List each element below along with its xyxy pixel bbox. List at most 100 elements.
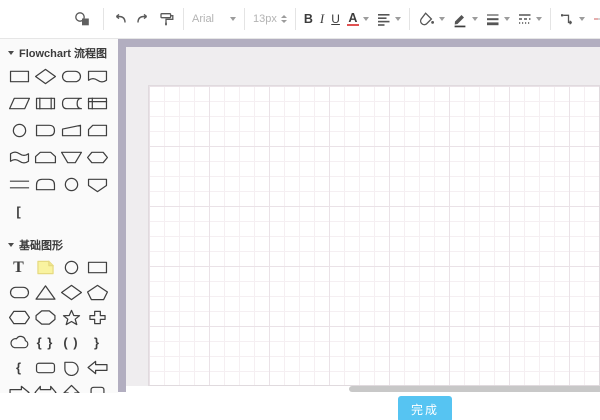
shape-rounded-rectangle-wide[interactable] (32, 355, 58, 380)
shape-display[interactable] (32, 171, 58, 198)
shape-teardrop[interactable] (58, 355, 84, 380)
shape-arrow-right[interactable] (6, 380, 32, 393)
pencil-icon (452, 11, 468, 28)
shape-paren-pair[interactable]: ( ) (58, 330, 84, 355)
divider (244, 8, 245, 30)
shape-loop-limit[interactable] (32, 144, 58, 171)
shape-off-page-connector[interactable] (84, 171, 110, 198)
chevron-down-icon (472, 17, 478, 21)
shape-predefined-process[interactable] (32, 90, 58, 117)
font-color-swatch (347, 24, 359, 26)
shape-merge[interactable] (58, 144, 84, 171)
chevron-down-icon (363, 17, 369, 21)
shape-diamond[interactable] (58, 280, 84, 305)
shape-pentagon[interactable] (84, 280, 110, 305)
font-color-label: A (348, 13, 357, 23)
footer-bar: 完成 (0, 393, 600, 420)
divider (103, 8, 104, 30)
shapes-icon (73, 11, 95, 27)
shape-paper-tape[interactable] (6, 144, 32, 171)
section-header-basic[interactable]: 基础图形 (8, 239, 118, 251)
shape-circle[interactable] (6, 117, 32, 144)
shape-delay[interactable] (32, 117, 58, 144)
undo-button[interactable] (109, 6, 131, 32)
divider (183, 8, 184, 30)
vertical-scrollbar[interactable] (118, 39, 126, 392)
line-style-button[interactable] (514, 6, 545, 32)
shape-diamond[interactable] (32, 63, 58, 90)
canvas[interactable] (126, 47, 600, 386)
shape-card[interactable] (84, 117, 110, 144)
text-align-button[interactable] (373, 6, 404, 32)
shape-rectangle[interactable] (6, 63, 32, 90)
top-scrollbar[interactable] (126, 39, 600, 47)
shape-text[interactable]: T (6, 255, 32, 280)
shape-manual-input[interactable] (58, 117, 84, 144)
chevron-down-icon (579, 17, 585, 21)
shape-palette-sidebar: Flowchart 流程图 [ 基础图形 T { }( )} { (0, 39, 118, 393)
paint-bucket-icon (418, 11, 435, 27)
chevron-down-icon (536, 17, 542, 21)
shape-rounded-rectangle[interactable] (58, 63, 84, 90)
flowchart-shape-grid: [ (6, 63, 112, 225)
font-family-select[interactable]: Arial (189, 6, 239, 32)
shape-circle[interactable] (58, 171, 84, 198)
line-dash-style-icon (517, 11, 532, 27)
stepper-arrows-icon (281, 15, 287, 23)
shape-stored-data[interactable] (58, 90, 84, 117)
italic-button[interactable]: I (317, 6, 327, 32)
done-button[interactable]: 完成 (398, 396, 452, 420)
underline-button[interactable]: U (328, 6, 343, 32)
toolbar: Arial 13px B I U A (0, 0, 600, 39)
shape-parallel-lines[interactable] (6, 171, 32, 198)
font-color-button[interactable]: A (344, 6, 372, 32)
shape-circle[interactable] (58, 255, 84, 280)
redo-button[interactable] (132, 6, 154, 32)
shape-annotation-bracket[interactable]: [ (6, 198, 32, 225)
shape-rectangle[interactable] (84, 255, 110, 280)
shape-arrow-up[interactable] (58, 380, 84, 393)
shape-star[interactable] (58, 305, 84, 330)
bold-button[interactable]: B (301, 6, 316, 32)
shape-parallelogram[interactable] (6, 90, 32, 117)
fill-color-button[interactable] (415, 6, 448, 32)
shape-pipe[interactable] (84, 380, 110, 393)
shape-library-button[interactable] (70, 6, 98, 32)
shape-brace-pair[interactable]: { } (32, 330, 58, 355)
shape-cross[interactable] (84, 305, 110, 330)
basic-shape-grid: T { }( )} { (6, 255, 112, 393)
shape-document[interactable] (84, 63, 110, 90)
shape-sticky-note[interactable] (32, 255, 58, 280)
line-width-button[interactable] (482, 6, 513, 32)
arrow-start-button[interactable] (589, 6, 600, 32)
shape-left-brace[interactable]: { (6, 355, 32, 380)
line-width-icon (485, 11, 500, 27)
shape-preparation[interactable] (84, 144, 110, 171)
shape-arrow-double[interactable] (32, 380, 58, 393)
section-header-flowchart[interactable]: Flowchart 流程图 (8, 47, 118, 59)
shape-internal-storage[interactable] (84, 90, 110, 117)
divider (550, 8, 551, 30)
shape-right-brace[interactable]: } (84, 330, 110, 355)
shape-octagon[interactable] (32, 305, 58, 330)
format-painter-icon (158, 11, 175, 27)
canvas-page[interactable] (148, 85, 600, 386)
shape-arrow-left[interactable] (84, 355, 110, 380)
align-left-icon (376, 11, 391, 27)
chevron-down-icon (504, 17, 510, 21)
chevron-down-icon (230, 17, 236, 21)
shape-cloud[interactable] (6, 330, 32, 355)
shape-triangle[interactable] (32, 280, 58, 305)
format-painter-button[interactable] (155, 6, 178, 32)
chevron-down-icon (439, 17, 445, 21)
collapse-triangle-icon (8, 51, 14, 55)
shape-hexagon[interactable] (6, 305, 32, 330)
line-color-button[interactable] (449, 6, 481, 32)
font-size-stepper[interactable]: 13px (250, 6, 290, 32)
horizontal-scrollbar-thumb[interactable] (349, 386, 600, 392)
divider (409, 8, 410, 30)
line-start-style-icon (592, 11, 600, 27)
shape-rounded-rectangle[interactable] (6, 280, 32, 305)
redo-icon (135, 11, 151, 27)
connector-style-button[interactable] (556, 6, 588, 32)
